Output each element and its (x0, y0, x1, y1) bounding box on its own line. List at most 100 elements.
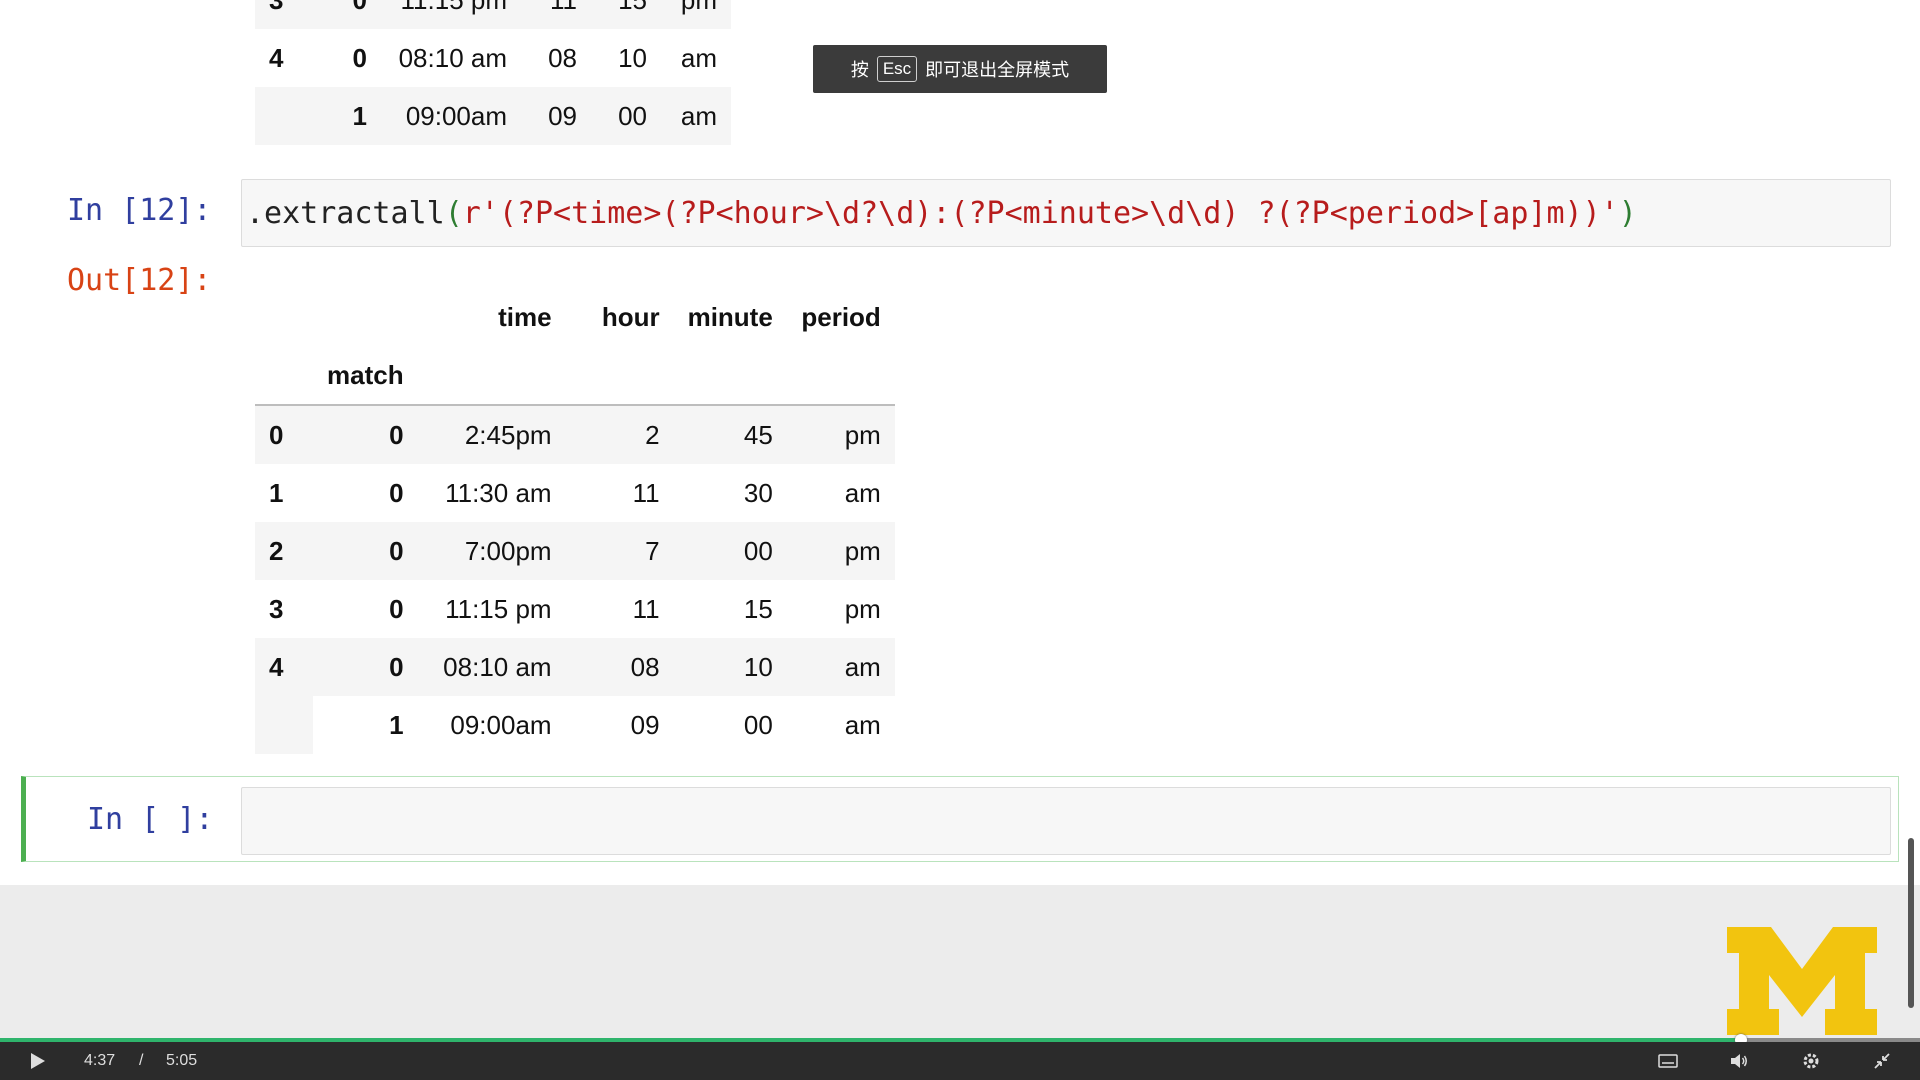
table-row: 0 0 2:45pm 2 45 pm (255, 405, 895, 464)
row-index-level0: 2 (255, 522, 313, 580)
cell-hour: 7 (565, 522, 674, 580)
row-index-match: 0 (313, 405, 418, 464)
current-time: 4:37 (84, 1052, 116, 1069)
column-header-row: time hour minute period (255, 288, 895, 346)
hint-prefix: 按 (850, 60, 869, 80)
total-duration: 5:05 (166, 1052, 198, 1069)
row-index-level0 (255, 87, 313, 145)
cell-hour: 2 (565, 405, 674, 464)
cell-hour: 11 (632, 593, 660, 624)
cell-hour: 11 (521, 0, 591, 29)
volume-icon[interactable] (1728, 1050, 1750, 1072)
cell-period: am (661, 87, 731, 145)
cell-12-code-editor[interactable]: .extractall(r'(?P<time>(?P<hour>\d?\d):(… (241, 179, 1891, 247)
settings-icon[interactable] (1800, 1050, 1822, 1072)
code-method: .extractall (246, 196, 445, 231)
code-regex-string: r'(?P<time>(?P<hour>\d?\d):(?P<minute>\d… (462, 196, 1619, 231)
cell-time: 11:30 am (445, 477, 552, 508)
cell-hour: 08 (565, 638, 674, 696)
cell-period: am (844, 477, 881, 508)
cell-time: 09:00am (381, 87, 521, 145)
column-header-time: time (498, 301, 552, 332)
cell-minute: 15 (743, 593, 773, 624)
index-name-match: match (327, 359, 404, 390)
row-index-match: 0 (313, 0, 381, 29)
result-dataframe: time hour minute period match 0 0 2:45pm 2 4… (255, 288, 895, 754)
cell-minute: 00 (591, 87, 661, 145)
cell-minute: 00 (743, 709, 773, 740)
cell-period: pm (786, 522, 895, 580)
column-header-hour: hour (601, 301, 660, 332)
notebook-bottom-area (0, 885, 1920, 1040)
cell-hour: 09 (630, 709, 660, 740)
table-row: 2 0 7:00pm 7 00 pm (255, 522, 895, 580)
table-row: 3 0 11:15 pm 11 15 pm (255, 580, 895, 638)
code-close-paren: ) (1618, 196, 1637, 231)
cell-period: am (786, 638, 895, 696)
row-index-match: 0 (352, 42, 367, 73)
row-index-match: 0 (389, 477, 404, 508)
row-index-level0: 0 (255, 405, 313, 464)
cell-time: 7:00pm (417, 522, 566, 580)
previous-output-table: 3011:15 pm1115pm4008:10 am0810am109:00am… (255, 0, 731, 145)
column-header-minute: minute (687, 301, 773, 332)
cell-period: pm (786, 405, 895, 464)
cell-time: 08:10 am (398, 42, 507, 73)
row-index-match: 0 (313, 638, 418, 696)
cell-minute: 10 (618, 42, 647, 73)
row-index-level0: 4 (255, 638, 313, 696)
cell-hour: 08 (548, 42, 577, 73)
esc-key-badge: Esc (876, 56, 918, 82)
cell-period: am (844, 709, 881, 740)
play-icon[interactable] (26, 1050, 48, 1072)
cell-period: am (680, 42, 717, 73)
row-index-level0: 3 (255, 0, 313, 29)
cell-period: pm (661, 0, 731, 29)
table-row: 1 09:00am 09 00 am (255, 87, 731, 145)
exit-fullscreen-icon[interactable] (1871, 1050, 1893, 1072)
cell-time: 08:10 am (417, 638, 566, 696)
cell-period: pm (844, 593, 881, 624)
hint-suffix: 即可退出全屏模式 (925, 60, 1070, 80)
cell-minute: 00 (673, 522, 787, 580)
table-row: 4 0 08:10 am 08 10 am (255, 29, 731, 87)
row-index-match: 1 (389, 709, 404, 740)
cell-time: 11:15 pm (381, 0, 521, 29)
scrollbar-thumb[interactable] (1908, 838, 1914, 1008)
empty-cell-code-editor[interactable] (241, 787, 1891, 855)
code-open-paren: ( (444, 196, 463, 231)
cell-time: 09:00am (450, 709, 552, 740)
empty-cell-in-prompt: In [ ]: (87, 802, 214, 837)
cell-hour: 11 (632, 477, 660, 508)
cell-time: 11:15 pm (445, 593, 552, 624)
previous-dataframe: 3011:15 pm1115pm4008:10 am0810am109:00am… (255, 0, 731, 145)
table-row: 1 09:00am 09 00 am (255, 696, 895, 754)
cell-12-in-prompt: In [12]: (67, 193, 212, 228)
time-separator: / (139, 1052, 144, 1069)
cell-12-out-prompt: Out[12]: (67, 263, 212, 298)
cell-minute: 45 (673, 405, 787, 464)
cell-minute: 10 (673, 638, 787, 696)
row-index-level0: 3 (269, 593, 284, 624)
row-index-match: 0 (389, 593, 404, 624)
index-name-row: match (255, 346, 895, 405)
video-frame: 3011:15 pm1115pm4008:10 am0810am109:00am… (0, 0, 1920, 1080)
result-output-table: time hour minute period match 0 0 2:45pm 2 4… (255, 288, 895, 754)
cell-hour: 09 (521, 87, 591, 145)
row-index-match: 1 (313, 87, 381, 145)
subtitles-icon[interactable] (1657, 1050, 1679, 1072)
fullscreen-exit-hint: 按 Esc 即可退出全屏模式 (813, 45, 1107, 93)
cell-minute: 15 (591, 0, 661, 29)
table-row: 4 0 08:10 am 08 10 am (255, 638, 895, 696)
row-index-level0: 4 (269, 42, 284, 73)
table-row: 1 0 11:30 am 11 30 am (255, 464, 895, 522)
cell-time: 2:45pm (417, 405, 566, 464)
university-block-m-logo (1727, 927, 1877, 1035)
row-index-level0 (255, 696, 313, 754)
table-row: 3011:15 pm1115pm (255, 0, 731, 29)
row-index-level0: 1 (269, 477, 284, 508)
video-control-bar: 4:37 / 5:05 (0, 1042, 1920, 1080)
row-index-match: 0 (313, 522, 418, 580)
cell-minute: 30 (743, 477, 773, 508)
column-header-period: period (801, 301, 881, 332)
